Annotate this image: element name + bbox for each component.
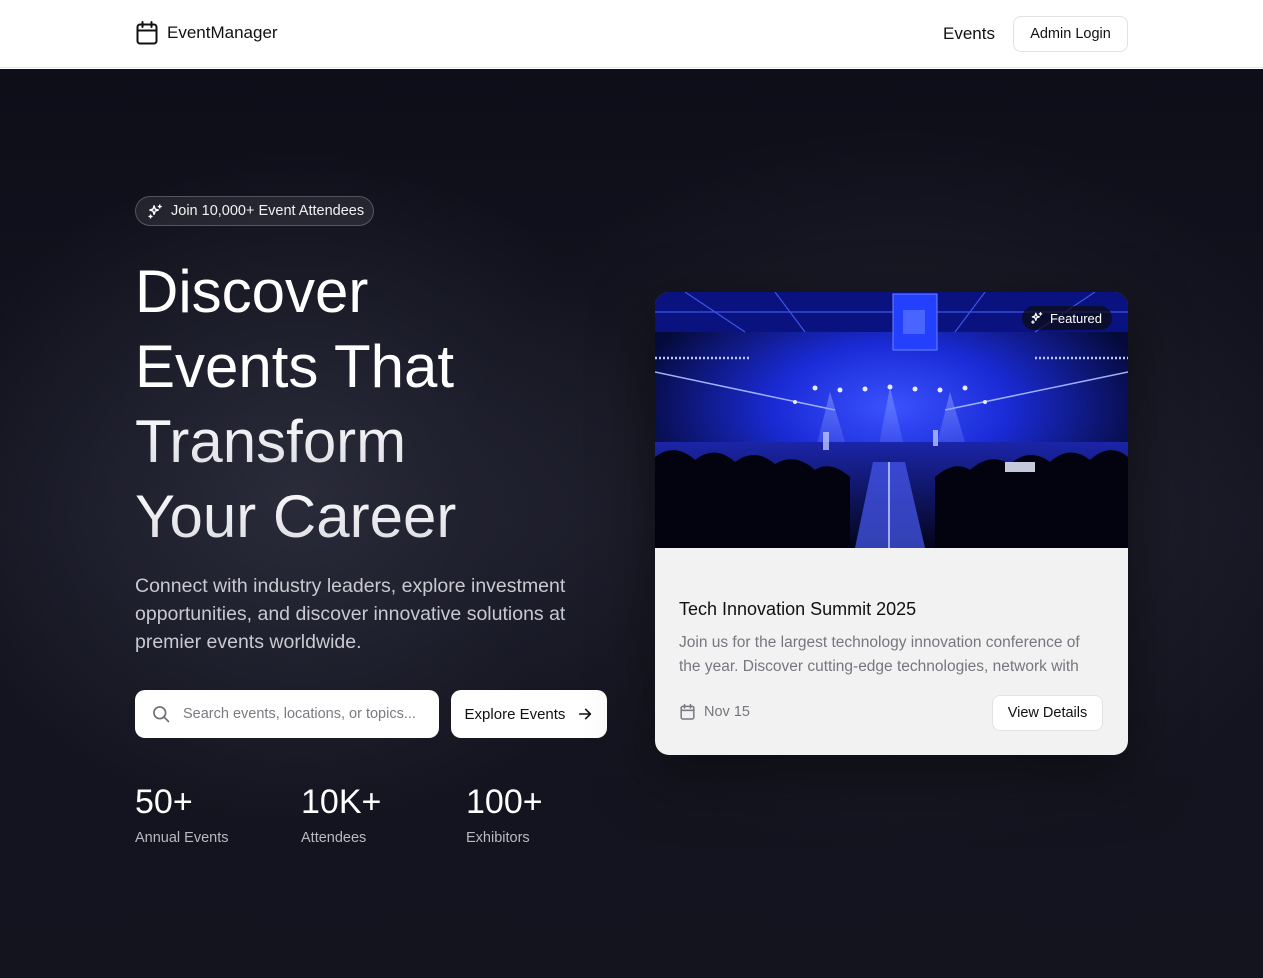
explore-events-button[interactable]: Explore Events [451, 690, 607, 738]
admin-login-button[interactable]: Admin Login [1013, 16, 1128, 52]
stat-attendees: 10K+ Attendees [301, 782, 451, 846]
stat-label: Exhibitors [466, 830, 530, 846]
stat-label: Annual Events [135, 830, 229, 846]
event-description: Join us for the largest technology innov… [679, 634, 1080, 675]
headline-line: Your Career [135, 479, 605, 554]
calendar-icon [136, 21, 158, 45]
badge-label: Featured [1049, 310, 1102, 326]
stat-exhibitors: 100+ Exhibitors [466, 782, 616, 846]
top-navbar: EventManager Events Admin Login [0, 0, 1263, 68]
nav-link-events[interactable]: Events [943, 24, 995, 44]
brand-logo[interactable]: EventManager [136, 21, 278, 45]
hero-headline: Discover Events That Transform Your Care… [135, 254, 605, 554]
brand-name: EventManager [167, 23, 278, 42]
search-icon [151, 704, 171, 724]
stat-annual-events: 50+ Annual Events [135, 782, 285, 846]
sparkles-icon [1030, 311, 1044, 325]
hero-subtext: Connect with industry leaders, explore i… [135, 575, 566, 653]
sparkles-icon [147, 203, 164, 220]
event-image [655, 292, 1128, 548]
featured-badge: Featured [1021, 306, 1112, 330]
calendar-icon [680, 704, 695, 720]
explore-events-label: Explore Events [464, 705, 566, 723]
event-title: Tech Innovation Summit 2025 [679, 599, 917, 619]
pill-text: Join 10,000+ Event Attendees [171, 203, 365, 219]
event-date-text: Nov 15 [704, 704, 750, 720]
search-box[interactable] [135, 690, 439, 738]
stat-value: 50+ [135, 783, 193, 821]
event-date: Nov 15 [680, 704, 750, 720]
stat-value: 100+ [466, 783, 543, 821]
featured-event-card[interactable]: Featured Tech Innovation Summit 2025 Joi… [655, 292, 1128, 755]
headline-line: Transform [135, 404, 605, 479]
attendees-pill: Join 10,000+ Event Attendees [135, 196, 375, 226]
stat-label: Attendees [301, 830, 367, 846]
stat-value: 10K+ [301, 783, 382, 821]
arrow-right-icon [577, 706, 593, 722]
view-details-button[interactable]: View Details [992, 695, 1103, 731]
headline-line: Discover [135, 258, 369, 325]
hero-section: Join 10,000+ Event Attendees Discover Ev… [0, 69, 1263, 978]
search-input[interactable] [183, 706, 433, 722]
headline-line: Events That [135, 333, 455, 400]
